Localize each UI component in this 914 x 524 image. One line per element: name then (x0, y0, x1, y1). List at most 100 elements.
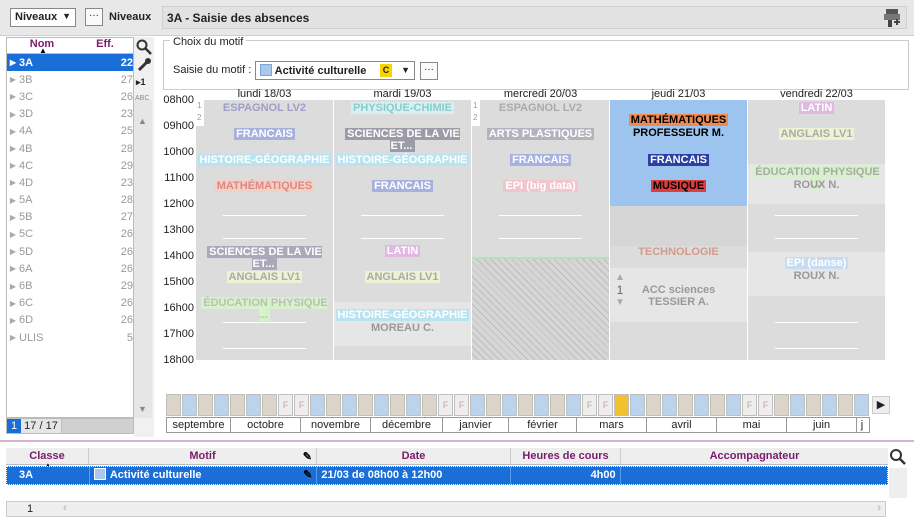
lesson-svt[interactable]: SCIENCES DE LA VIE ET... (334, 128, 471, 152)
week-cell[interactable] (662, 394, 677, 416)
day-column-thu[interactable]: MATHÉMATIQUES PROFESSEUR M. FRANCAIS MUS… (610, 100, 747, 360)
lesson-anglais[interactable]: ANGLAIS LV1 (196, 271, 333, 283)
week-cell[interactable] (678, 394, 693, 416)
day-column-mon[interactable]: 12 ESPAGNOL LV2 FRANCAIS HISTOIRE-GÉOGRA… (196, 100, 333, 360)
col-nom-header[interactable]: Nom ▲ (7, 38, 77, 55)
week-cell[interactable] (486, 394, 501, 416)
week-cell[interactable] (614, 394, 629, 416)
class-list-item[interactable]: ▶ 4C 29 (7, 157, 133, 174)
table-vscroll[interactable] (889, 468, 907, 498)
col-eff-header[interactable]: Eff. (77, 38, 133, 53)
lesson-svt[interactable]: SCIENCES DE LA VIE ET... (196, 246, 333, 270)
scroll-left-icon[interactable]: ‹ (63, 502, 67, 514)
week-cell[interactable]: F (454, 394, 469, 416)
week-cell[interactable] (182, 394, 197, 416)
lesson-histoire-geo[interactable]: HISTOIRE-GÉOGRAPHIE (196, 154, 333, 166)
month-label[interactable]: octobre (231, 418, 301, 432)
week-cell[interactable]: F (438, 394, 453, 416)
col-accompagnateur-header[interactable]: Accompagnateur (621, 448, 888, 464)
week-cell[interactable]: F (294, 394, 309, 416)
col-classe-header[interactable]: Classe▲ (6, 448, 89, 470)
lesson-francais[interactable]: FRANCAIS (196, 128, 333, 140)
lesson-espagnol[interactable]: ESPAGNOL LV2 (472, 102, 609, 114)
week-cell[interactable] (310, 394, 325, 416)
week-cell[interactable]: F (582, 394, 597, 416)
day-column-wed[interactable]: 12 ESPAGNOL LV2 ARTS PLASTIQUES FRANCAIS… (472, 100, 609, 360)
week-cell[interactable] (550, 394, 565, 416)
cell-motif[interactable]: Activité culturelle ✎ (90, 467, 318, 484)
week-cell[interactable] (774, 394, 789, 416)
week-cell[interactable] (246, 394, 261, 416)
month-label[interactable]: décembre (371, 418, 443, 432)
week-cell[interactable] (534, 394, 549, 416)
class-list-item[interactable]: ▶ 5B 27 (7, 209, 133, 226)
col-heures-header[interactable]: Heures de cours (511, 448, 621, 464)
lesson-latin[interactable]: LATIN (748, 102, 885, 114)
lesson-francais[interactable]: FRANCAIS (472, 154, 609, 166)
class-list-item[interactable]: ▶ 3D 23 (7, 106, 133, 123)
lesson-arts[interactable]: ARTS PLASTIQUES (472, 128, 609, 140)
week-cell[interactable] (566, 394, 581, 416)
week-cell[interactable] (630, 394, 645, 416)
week-cell[interactable] (390, 394, 405, 416)
week-cell[interactable] (342, 394, 357, 416)
search-icon[interactable] (136, 39, 152, 55)
week-cell[interactable] (406, 394, 421, 416)
week-cell[interactable]: F (598, 394, 613, 416)
lesson-anglais[interactable]: ANGLAIS LV1 (334, 271, 471, 283)
week-timeline[interactable]: FFFFFFFF (166, 394, 870, 416)
day-column-fri[interactable]: LATIN ANGLAIS LV1 ÉDUCATION PHYSIQUE ...… (748, 100, 885, 360)
more-button[interactable]: ··· (85, 8, 103, 26)
lesson-acc[interactable]: ACC sciences (610, 284, 747, 296)
motif-select[interactable]: Activité culturelle C ▼ (255, 61, 415, 80)
week-cell[interactable] (502, 394, 517, 416)
month-label[interactable]: septembre (167, 418, 231, 432)
day-column-tue[interactable]: PHYSIQUE-CHIMIE SCIENCES DE LA VIE ET...… (334, 100, 471, 360)
class-list-item[interactable]: ▶ 6D 26 (7, 312, 133, 329)
lesson-francais[interactable]: FRANCAIS (334, 180, 471, 192)
day-header-tue[interactable]: mardi 19/03 (334, 88, 471, 100)
month-label[interactable]: mars (577, 418, 647, 432)
lesson-francais[interactable]: FRANCAIS (610, 154, 747, 166)
week-cell[interactable] (214, 394, 229, 416)
class-list-item[interactable]: ▶ 6A 26 (7, 260, 133, 277)
table-page-number[interactable]: 1 (27, 503, 33, 515)
day-header-fri[interactable]: vendredi 22/03 (748, 88, 885, 100)
cell-date[interactable]: 21/03 de 08h00 à 12h00 (317, 467, 511, 484)
class-list-item[interactable]: ▶ 3C 26 (7, 88, 133, 105)
week-cell[interactable] (838, 394, 853, 416)
week-cell[interactable] (358, 394, 373, 416)
class-list-item[interactable]: ▶ 4A 25 (7, 123, 133, 140)
week-cell[interactable] (262, 394, 277, 416)
lesson-anglais[interactable]: ANGLAIS LV1 (748, 128, 885, 140)
class-list-item[interactable]: ▶ 4D 23 (7, 174, 133, 191)
lesson-histoire-geo[interactable]: HISTOIRE-GÉOGRAPHIE (334, 154, 471, 166)
week-cell[interactable] (374, 394, 389, 416)
month-label[interactable]: juin (787, 418, 857, 432)
list-scrollbar[interactable]: ▲ ▼ (134, 100, 152, 418)
class-list-item[interactable]: ▶ 3B 27 (7, 71, 133, 88)
cell-accompagnateur[interactable] (621, 467, 887, 484)
day-header-thu[interactable]: jeudi 21/03 (610, 88, 747, 100)
lesson-histoire-geo[interactable]: HISTOIRE-GÉOGRAPHIE (334, 309, 471, 321)
page-number[interactable]: 1 (7, 419, 21, 433)
scroll-down-icon[interactable]: ▼ (138, 404, 147, 414)
class-list-item[interactable]: ▶ 3A 22 (7, 54, 133, 72)
month-label[interactable]: avril (647, 418, 717, 432)
week-cell[interactable] (646, 394, 661, 416)
week-cell[interactable] (166, 394, 181, 416)
week-cell[interactable] (854, 394, 869, 416)
week-cell[interactable]: F (742, 394, 757, 416)
lesson-epi[interactable]: EPI (danse) (748, 257, 885, 269)
lesson-physique[interactable]: PHYSIQUE-CHIMIE (334, 102, 471, 114)
week-cell[interactable] (710, 394, 725, 416)
class-list-item[interactable]: ▶ 5C 26 (7, 226, 133, 243)
month-label[interactable]: novembre (301, 418, 371, 432)
search-icon[interactable] (889, 448, 907, 466)
lesson-epi[interactable]: EPI (big data) (472, 180, 609, 192)
lesson-maths[interactable]: MATHÉMATIQUES (196, 180, 333, 192)
week-cell[interactable] (726, 394, 741, 416)
week-cell[interactable] (470, 394, 485, 416)
class-list-item[interactable]: ▶ 5D 26 (7, 243, 133, 260)
week-cell[interactable] (326, 394, 341, 416)
